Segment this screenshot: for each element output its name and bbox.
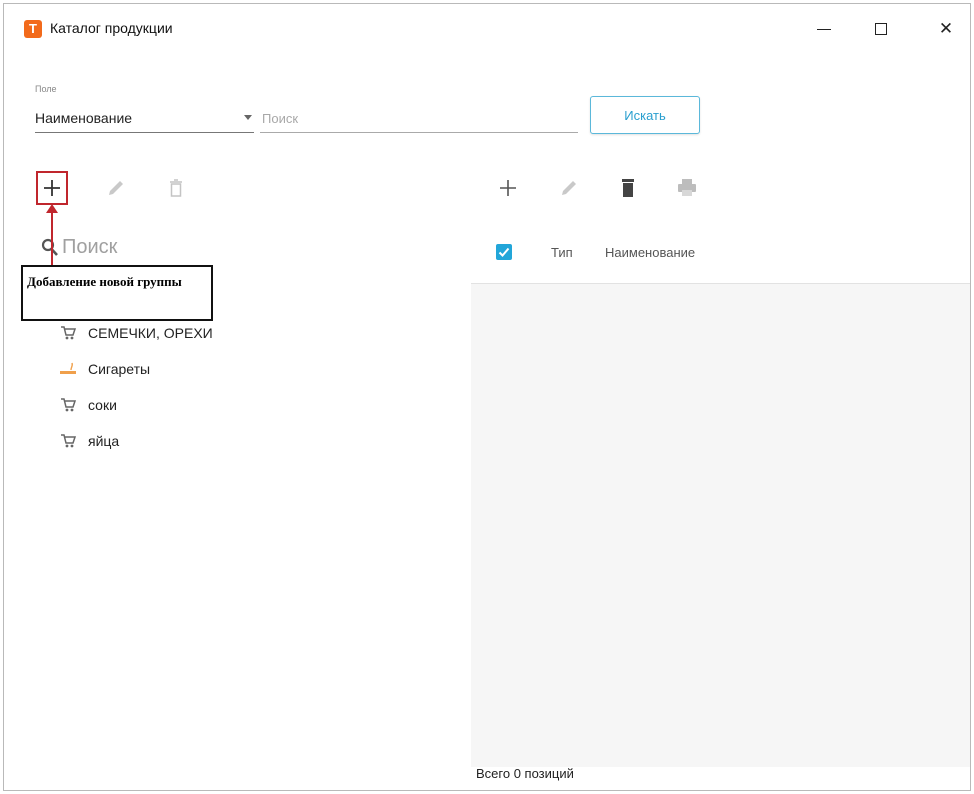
edit-icon [562,181,576,195]
field-caption: Поле [35,84,57,94]
tree-item[interactable]: яйца [58,430,119,452]
delete-item-button[interactable] [613,173,643,203]
tree-item[interactable]: СЕМЕЧКИ, ОРЕХИ [58,322,213,344]
items-grid: Тип Наименование [471,217,970,767]
minimize-icon [817,28,831,30]
callout-arrow-head [46,204,58,213]
field-select-value: Наименование [35,110,133,126]
add-icon [500,180,516,196]
callout-arrow [51,210,53,267]
callout-annotation: Добавление новой группы [21,265,213,321]
dropdown-arrow-icon [244,115,252,120]
search-input[interactable] [260,105,578,133]
grid-header: Тип Наименование [471,217,970,284]
cart-icon [58,324,78,342]
add-item-button[interactable] [493,173,523,203]
cart-icon [58,396,78,414]
items-count: Всего 0 позиций [476,766,574,781]
maximize-button[interactable] [861,14,901,44]
field-select[interactable]: Наименование [35,105,254,133]
tree-item-label: СЕМЕЧКИ, ОРЕХИ [88,325,213,341]
select-all-checkbox[interactable] [496,244,512,260]
checkmark-icon [498,247,510,257]
tree-item-label: яйца [88,433,120,449]
column-header-type[interactable]: Тип [551,245,573,260]
edit-item-button[interactable] [554,173,584,203]
delete-icon [170,179,182,197]
cigarette-icon [58,360,78,378]
delete-group-button[interactable] [161,173,191,203]
tree-item[interactable]: Сигареты [58,358,150,380]
tree-item-label: Сигареты [88,361,151,377]
edit-group-button[interactable] [101,173,131,203]
window-title: Каталог продукции [50,20,173,36]
minimize-button[interactable] [804,14,844,44]
add-icon [44,180,60,196]
tree-item-label: соки [88,397,117,413]
cart-icon [58,432,78,450]
close-icon: ✕ [938,19,954,38]
catalog-window: T Каталог продукции ✕ Поле Наименование … [3,3,971,791]
add-group-button[interactable] [36,171,68,205]
tree-item[interactable]: соки [58,394,117,416]
column-header-name[interactable]: Наименование [605,245,695,260]
edit-icon [109,181,123,195]
print-button[interactable] [672,173,702,203]
maximize-icon [875,23,887,35]
tree-search-input[interactable]: Поиск [62,236,117,259]
print-icon [678,179,696,196]
close-button[interactable]: ✕ [926,14,966,44]
search-icon [41,238,59,263]
app-logo-icon: T [24,20,42,38]
delete-icon [622,179,634,197]
title-bar: T Каталог продукции ✕ [4,4,970,54]
search-button[interactable]: Искать [590,96,700,134]
